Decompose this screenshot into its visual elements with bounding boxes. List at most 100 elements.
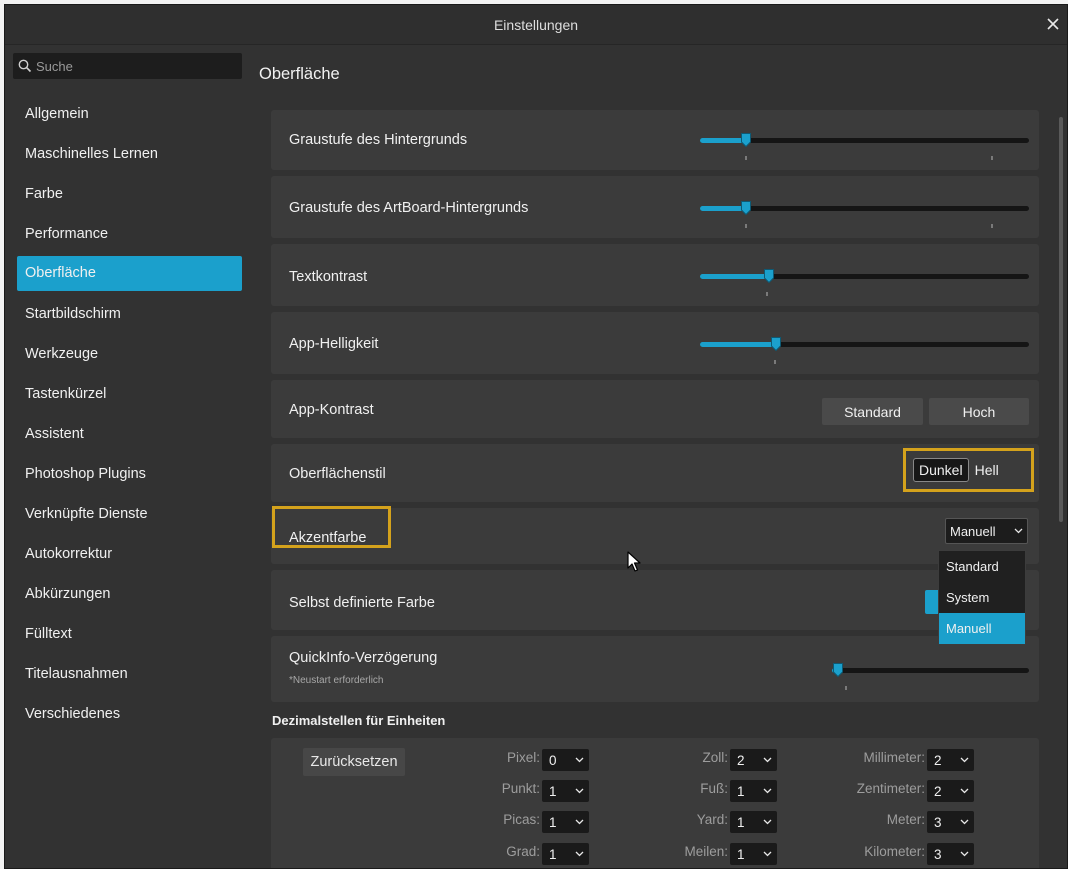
contrast-standard-button[interactable]: Standard — [822, 398, 923, 425]
setting-row-artboard-gray: Graustufe des ArtBoard-Hintergrunds — [271, 176, 1039, 238]
unit-select-fuss[interactable]: 1 — [730, 780, 777, 802]
text-contrast-slider[interactable] — [700, 266, 1029, 286]
setting-row-custom-color: Selbst definierte Farbe — [271, 570, 1039, 630]
chevron-down-icon — [763, 757, 772, 763]
sidebar-item-assistent[interactable]: Assistent — [17, 416, 242, 456]
chevron-down-icon — [575, 788, 584, 794]
unit-select-zoll[interactable]: 2 — [730, 749, 777, 771]
search-input[interactable] — [36, 58, 236, 74]
title-bar: Einstellungen — [5, 5, 1067, 45]
chevron-down-icon — [575, 757, 584, 763]
sidebar-item-allgemein[interactable]: Allgemein — [17, 96, 242, 136]
ui-style-toggle: Dunkel Hell — [913, 455, 1005, 485]
close-icon — [1047, 18, 1059, 30]
accent-color-select[interactable]: Manuell — [945, 518, 1028, 544]
unit-label-pixel: Pixel: — [506, 750, 540, 765]
chevron-down-icon — [763, 788, 772, 794]
tooltip-delay-slider[interactable] — [832, 660, 1029, 680]
slider-tick — [774, 360, 776, 364]
dropdown-option-standard[interactable]: Standard — [939, 551, 1025, 582]
setting-row-app-contrast: App-Kontrast Standard Hoch — [271, 380, 1039, 438]
mouse-cursor-icon — [627, 551, 641, 572]
sidebar-item-werkzeuge[interactable]: Werkzeuge — [17, 336, 242, 376]
page-title: Oberfläche — [259, 65, 340, 83]
unit-select-millimeter[interactable]: 2 — [927, 749, 974, 771]
sidebar-item-autokorrektur[interactable]: Autokorrektur — [17, 536, 242, 576]
slider-tick — [991, 224, 993, 228]
unit-select-picas[interactable]: 1 — [542, 811, 589, 833]
chevron-down-icon — [960, 788, 969, 794]
reset-button[interactable]: Zurücksetzen — [303, 748, 405, 776]
unit-select-zentimeter[interactable]: 2 — [927, 780, 974, 802]
unit-select-yard[interactable]: 1 — [730, 811, 777, 833]
contrast-high-button[interactable]: Hoch — [929, 398, 1029, 425]
unit-label-millimeter: Millimeter: — [863, 750, 925, 765]
unit-label-zoll: Zoll: — [702, 750, 728, 765]
setting-row-tooltip-delay: QuickInfo-Verzögerung *Neustart erforder… — [271, 636, 1039, 702]
setting-label: App-Kontrast — [289, 402, 374, 418]
sidebar-item-titelausnahmen[interactable]: Titelausnahmen — [17, 656, 242, 696]
slider-tick — [991, 156, 993, 160]
slider-thumb[interactable] — [741, 133, 751, 147]
unit-label-fuss: Fuß: — [700, 781, 728, 796]
unit-label-kilometer: Kilometer: — [864, 844, 925, 859]
setting-label: Oberflächenstil — [289, 466, 386, 482]
setting-row-background-gray: Graustufe des Hintergrunds — [271, 110, 1039, 170]
sidebar-item-farbe[interactable]: Farbe — [17, 176, 242, 216]
ui-style-dark-option[interactable]: Dunkel — [913, 458, 969, 482]
chevron-down-icon — [960, 757, 969, 763]
sidebar-item-oberflaeche[interactable]: Oberfläche — [17, 256, 242, 291]
unit-select-pixel[interactable]: 0 — [542, 749, 589, 771]
chevron-down-icon — [575, 819, 584, 825]
chevron-down-icon — [763, 851, 772, 857]
chevron-down-icon — [1014, 528, 1023, 534]
app-brightness-slider[interactable] — [700, 334, 1029, 354]
sidebar-item-photoshop-plugins[interactable]: Photoshop Plugins — [17, 456, 242, 496]
slider-tick — [845, 686, 847, 690]
unit-label-zentimeter: Zentimeter: — [856, 781, 925, 796]
sidebar-item-tastenkuerzel[interactable]: Tastenkürzel — [17, 376, 242, 416]
slider-thumb[interactable] — [764, 269, 774, 283]
unit-select-kilometer[interactable]: 3 — [927, 843, 974, 865]
units-panel: Zurücksetzen Pixel: 0 Punkt: 1 Picas: 1 … — [271, 738, 1039, 868]
unit-select-grad[interactable]: 1 — [542, 843, 589, 865]
chevron-down-icon — [960, 851, 969, 857]
slider-thumb[interactable] — [833, 663, 843, 677]
artboard-gray-slider[interactable] — [700, 198, 1029, 218]
units-section-title: Dezimalstellen für Einheiten — [272, 713, 446, 728]
setting-label: QuickInfo-Verzögerung — [289, 650, 438, 666]
sidebar-item-fuelltext[interactable]: Fülltext — [17, 616, 242, 656]
background-gray-slider[interactable] — [700, 130, 1029, 150]
chevron-down-icon — [763, 819, 772, 825]
unit-select-meilen[interactable]: 1 — [730, 843, 777, 865]
window-title: Einstellungen — [493, 17, 579, 33]
ui-style-light-option[interactable]: Hell — [969, 459, 1005, 481]
sidebar-nav: Allgemein Maschinelles Lernen Farbe Perf… — [17, 96, 242, 736]
sidebar-item-performance[interactable]: Performance — [17, 216, 242, 256]
dropdown-option-manuell[interactable]: Manuell — [939, 613, 1025, 644]
sidebar: Allgemein Maschinelles Lernen Farbe Perf… — [13, 53, 246, 860]
setting-label: Selbst definierte Farbe — [289, 595, 435, 611]
sidebar-item-verschiedenes[interactable]: Verschiedenes — [17, 696, 242, 736]
slider-tick — [745, 224, 747, 228]
sidebar-item-abkuerzungen[interactable]: Abkürzungen — [17, 576, 242, 616]
setting-label: Textkontrast — [289, 269, 368, 285]
setting-label: Graustufe des ArtBoard-Hintergrunds — [289, 200, 529, 216]
dropdown-option-system[interactable]: System — [939, 582, 1025, 613]
setting-row-text-contrast: Textkontrast — [271, 244, 1039, 306]
scrollbar[interactable] — [1059, 117, 1063, 522]
sidebar-item-maschinelles-lernen[interactable]: Maschinelles Lernen — [17, 136, 242, 176]
close-button[interactable] — [1043, 13, 1063, 35]
unit-select-punkt[interactable]: 1 — [542, 780, 589, 802]
slider-thumb[interactable] — [741, 201, 751, 215]
slider-thumb[interactable] — [771, 337, 781, 351]
slider-tick — [745, 156, 747, 160]
sidebar-item-verknuepfte-dienste[interactable]: Verknüpfte Dienste — [17, 496, 242, 536]
sidebar-item-startbildschirm[interactable]: Startbildschirm — [17, 296, 242, 336]
unit-label-meter: Meter: — [886, 812, 925, 827]
search-icon — [18, 59, 32, 73]
unit-select-meter[interactable]: 3 — [927, 811, 974, 833]
slider-tick — [766, 292, 768, 296]
search-box[interactable] — [13, 53, 242, 79]
setting-label: Graustufe des Hintergrunds — [289, 132, 468, 148]
